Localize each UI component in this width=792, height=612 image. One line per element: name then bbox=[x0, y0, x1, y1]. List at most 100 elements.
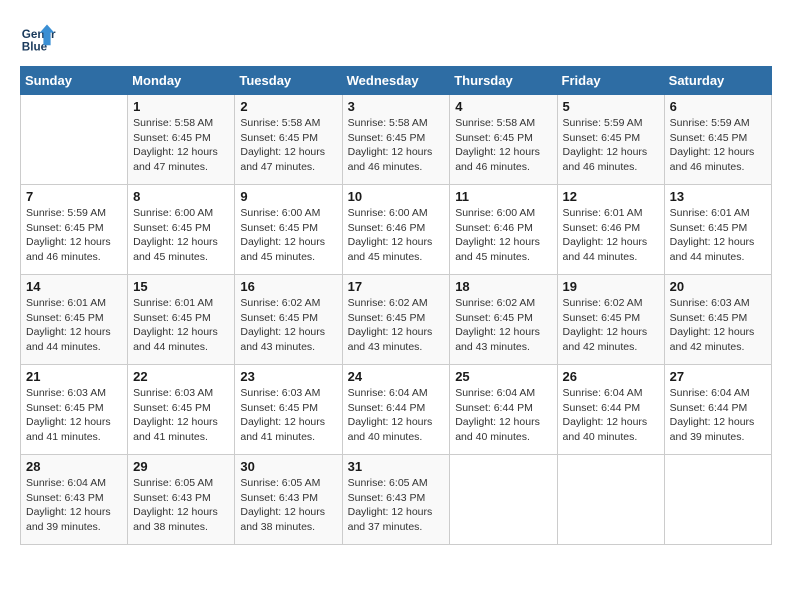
calendar-cell: 30 Sunrise: 6:05 AM Sunset: 6:43 PM Dayli… bbox=[235, 455, 342, 545]
day-number: 5 bbox=[563, 99, 659, 114]
day-number: 11 bbox=[455, 189, 551, 204]
calendar-cell: 28 Sunrise: 6:04 AM Sunset: 6:43 PM Dayli… bbox=[21, 455, 128, 545]
calendar-cell: 26 Sunrise: 6:04 AM Sunset: 6:44 PM Dayli… bbox=[557, 365, 664, 455]
cell-info: Sunrise: 6:02 AM Sunset: 6:45 PM Dayligh… bbox=[240, 296, 336, 355]
calendar-cell: 15Sunrise: 6:01 AM Sunset: 6:45 PM Dayli… bbox=[128, 275, 235, 365]
page-header: General Blue bbox=[20, 20, 772, 56]
day-number: 12 bbox=[563, 189, 659, 204]
day-number: 19 bbox=[563, 279, 659, 294]
week-row-1: 1 Sunrise: 5:58 AM Sunset: 6:45 PM Daylig… bbox=[21, 95, 772, 185]
cell-info: Sunrise: 6:00 AM Sunset: 6:46 PM Dayligh… bbox=[348, 206, 445, 265]
day-number: 7 bbox=[26, 189, 122, 204]
calendar-cell: 4 Sunrise: 5:58 AM Sunset: 6:45 PM Daylig… bbox=[450, 95, 557, 185]
cell-info: Sunrise: 6:04 AM Sunset: 6:44 PM Dayligh… bbox=[455, 386, 551, 445]
week-row-3: 14 Sunrise: 6:01 AM Sunset: 6:45 PM Dayli… bbox=[21, 275, 772, 365]
day-number: 10 bbox=[348, 189, 445, 204]
calendar-cell: 29 Sunrise: 6:05 AM Sunset: 6:43 PM Dayli… bbox=[128, 455, 235, 545]
calendar-cell: 5 Sunrise: 5:59 AM Sunset: 6:45 PM Daylig… bbox=[557, 95, 664, 185]
header-cell-monday: Monday bbox=[128, 67, 235, 95]
calendar-cell: 22 Sunrise: 6:03 AM Sunset: 6:45 PM Dayli… bbox=[128, 365, 235, 455]
cell-info: Sunrise: 5:59 AM Sunset: 6:45 PM Dayligh… bbox=[670, 116, 766, 175]
calendar-cell: 19 Sunrise: 6:02 AM Sunset: 6:45 PM Dayli… bbox=[557, 275, 664, 365]
day-number: 4 bbox=[455, 99, 551, 114]
day-number: 20 bbox=[670, 279, 766, 294]
cell-info: Sunrise: 6:01 AM Sunset: 6:45 PM Dayligh… bbox=[133, 296, 229, 355]
day-number: 1 bbox=[133, 99, 229, 114]
day-number: 3 bbox=[348, 99, 445, 114]
day-number: 2 bbox=[240, 99, 336, 114]
calendar-cell: 2Sunrise: 5:58 AM Sunset: 6:45 PM Daylig… bbox=[235, 95, 342, 185]
calendar-cell: 8 Sunrise: 6:00 AM Sunset: 6:45 PM Daylig… bbox=[128, 185, 235, 275]
cell-info: Sunrise: 6:04 AM Sunset: 6:44 PM Dayligh… bbox=[563, 386, 659, 445]
week-row-4: 21 Sunrise: 6:03 AM Sunset: 6:45 PM Dayli… bbox=[21, 365, 772, 455]
header-row: SundayMondayTuesdayWednesdayThursdayFrid… bbox=[21, 67, 772, 95]
calendar-cell: 23 Sunrise: 6:03 AM Sunset: 6:45 PM Dayli… bbox=[235, 365, 342, 455]
calendar-cell: 11 Sunrise: 6:00 AM Sunset: 6:46 PM Dayli… bbox=[450, 185, 557, 275]
cell-info: Sunrise: 6:01 AM Sunset: 6:46 PM Dayligh… bbox=[563, 206, 659, 265]
day-number: 23 bbox=[240, 369, 336, 384]
calendar-cell: 1 Sunrise: 5:58 AM Sunset: 6:45 PM Daylig… bbox=[128, 95, 235, 185]
calendar-cell bbox=[21, 95, 128, 185]
cell-info: Sunrise: 6:03 AM Sunset: 6:45 PM Dayligh… bbox=[240, 386, 336, 445]
calendar-cell bbox=[664, 455, 771, 545]
day-number: 18 bbox=[455, 279, 551, 294]
day-number: 8 bbox=[133, 189, 229, 204]
week-row-2: 7 Sunrise: 5:59 AM Sunset: 6:45 PM Daylig… bbox=[21, 185, 772, 275]
calendar-cell bbox=[450, 455, 557, 545]
cell-info: Sunrise: 6:00 AM Sunset: 6:45 PM Dayligh… bbox=[240, 206, 336, 265]
day-number: 28 bbox=[26, 459, 122, 474]
cell-info: Sunrise: 6:02 AM Sunset: 6:45 PM Dayligh… bbox=[563, 296, 659, 355]
day-number: 30 bbox=[240, 459, 336, 474]
cell-info: Sunrise: 6:01 AM Sunset: 6:45 PM Dayligh… bbox=[26, 296, 122, 355]
cell-info: Sunrise: 6:05 AM Sunset: 6:43 PM Dayligh… bbox=[348, 476, 445, 535]
calendar-cell: 20 Sunrise: 6:03 AM Sunset: 6:45 PM Dayli… bbox=[664, 275, 771, 365]
cell-info: Sunrise: 6:01 AM Sunset: 6:45 PM Dayligh… bbox=[670, 206, 766, 265]
day-number: 31 bbox=[348, 459, 445, 474]
cell-info: Sunrise: 6:00 AM Sunset: 6:46 PM Dayligh… bbox=[455, 206, 551, 265]
calendar-cell: 12 Sunrise: 6:01 AM Sunset: 6:46 PM Dayli… bbox=[557, 185, 664, 275]
header-cell-friday: Friday bbox=[557, 67, 664, 95]
cell-info: Sunrise: 6:03 AM Sunset: 6:45 PM Dayligh… bbox=[670, 296, 766, 355]
cell-info: Sunrise: 6:03 AM Sunset: 6:45 PM Dayligh… bbox=[133, 386, 229, 445]
day-number: 6 bbox=[670, 99, 766, 114]
header-cell-saturday: Saturday bbox=[664, 67, 771, 95]
cell-info: Sunrise: 5:58 AM Sunset: 6:45 PM Dayligh… bbox=[455, 116, 551, 175]
cell-info: Sunrise: 6:04 AM Sunset: 6:44 PM Dayligh… bbox=[348, 386, 445, 445]
day-number: 25 bbox=[455, 369, 551, 384]
day-number: 29 bbox=[133, 459, 229, 474]
cell-info: Sunrise: 6:05 AM Sunset: 6:43 PM Dayligh… bbox=[133, 476, 229, 535]
day-number: 21 bbox=[26, 369, 122, 384]
day-number: 17 bbox=[348, 279, 445, 294]
cell-info: Sunrise: 6:02 AM Sunset: 6:45 PM Dayligh… bbox=[348, 296, 445, 355]
calendar-cell: 24 Sunrise: 6:04 AM Sunset: 6:44 PM Dayli… bbox=[342, 365, 450, 455]
day-number: 22 bbox=[133, 369, 229, 384]
calendar-cell: 18 Sunrise: 6:02 AM Sunset: 6:45 PM Dayli… bbox=[450, 275, 557, 365]
header-cell-wednesday: Wednesday bbox=[342, 67, 450, 95]
week-row-5: 28 Sunrise: 6:04 AM Sunset: 6:43 PM Dayli… bbox=[21, 455, 772, 545]
cell-info: Sunrise: 6:00 AM Sunset: 6:45 PM Dayligh… bbox=[133, 206, 229, 265]
cell-info: Sunrise: 6:03 AM Sunset: 6:45 PM Dayligh… bbox=[26, 386, 122, 445]
day-number: 27 bbox=[670, 369, 766, 384]
day-number: 9 bbox=[240, 189, 336, 204]
calendar-cell: 16 Sunrise: 6:02 AM Sunset: 6:45 PM Dayli… bbox=[235, 275, 342, 365]
header-cell-thursday: Thursday bbox=[450, 67, 557, 95]
calendar-cell: 27 Sunrise: 6:04 AM Sunset: 6:44 PM Dayli… bbox=[664, 365, 771, 455]
day-number: 13 bbox=[670, 189, 766, 204]
calendar-table: SundayMondayTuesdayWednesdayThursdayFrid… bbox=[20, 66, 772, 545]
cell-info: Sunrise: 6:02 AM Sunset: 6:45 PM Dayligh… bbox=[455, 296, 551, 355]
cell-info: Sunrise: 5:59 AM Sunset: 6:45 PM Dayligh… bbox=[26, 206, 122, 265]
cell-info: Sunrise: 6:04 AM Sunset: 6:44 PM Dayligh… bbox=[670, 386, 766, 445]
day-number: 16 bbox=[240, 279, 336, 294]
day-number: 14 bbox=[26, 279, 122, 294]
cell-info: Sunrise: 5:59 AM Sunset: 6:45 PM Dayligh… bbox=[563, 116, 659, 175]
day-number: 26 bbox=[563, 369, 659, 384]
cell-info: Sunrise: 5:58 AM Sunset: 6:45 PM Dayligh… bbox=[133, 116, 229, 175]
cell-info: Sunrise: 6:04 AM Sunset: 6:43 PM Dayligh… bbox=[26, 476, 122, 535]
calendar-cell: 14 Sunrise: 6:01 AM Sunset: 6:45 PM Dayli… bbox=[21, 275, 128, 365]
day-number: 24 bbox=[348, 369, 445, 384]
cell-info: Sunrise: 6:05 AM Sunset: 6:43 PM Dayligh… bbox=[240, 476, 336, 535]
logo-icon: General Blue bbox=[20, 20, 56, 56]
cell-info: Sunrise: 5:58 AM Sunset: 6:45 PM Dayligh… bbox=[348, 116, 445, 175]
calendar-cell bbox=[557, 455, 664, 545]
logo: General Blue bbox=[20, 20, 60, 56]
